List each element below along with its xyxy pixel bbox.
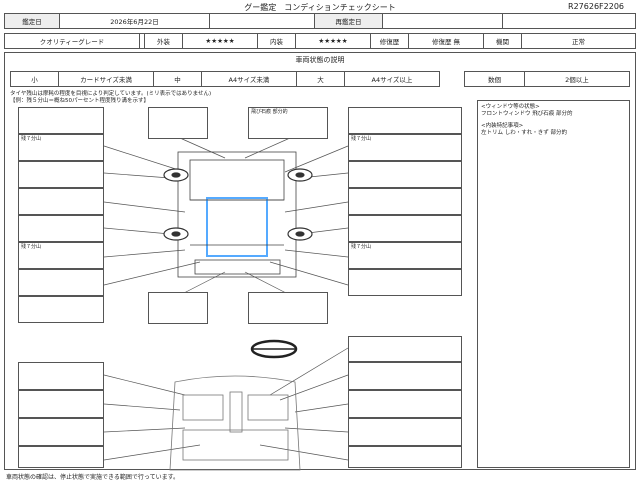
interior-box-right-5 [348, 446, 462, 468]
interior-box-right-3 [348, 390, 462, 418]
tire-front-right-label: 残７分山 [351, 136, 372, 142]
note-box-top-1 [148, 107, 208, 139]
note-box-right-1 [348, 107, 462, 134]
interior-box-right-4 [348, 418, 462, 446]
special-notes-panel: <ウィンドウ等の状態> フロントウィンドウ 飛び石痕 部分的 <内装特記事項> … [477, 100, 630, 468]
note-box-right-5 [348, 215, 462, 242]
note-box-right-2: 残７分山 [348, 134, 462, 161]
top-damage-label: 飛び石痕 部分的 [251, 109, 288, 115]
footer-note: 車両状態の確認は、停止状態で実施できる範囲で行っています。 [6, 474, 179, 480]
tire-front-left-label: 残７分山 [21, 136, 42, 142]
note-box-left-2: 残７分山 [18, 134, 104, 161]
tire-rear-right-label: 残７分山 [351, 244, 372, 250]
note-box-left-8 [18, 296, 104, 323]
car-top-view [177, 151, 297, 278]
interior-box-right-1 [348, 336, 462, 362]
note-box-top-2: 飛び石痕 部分的 [248, 107, 328, 139]
interior-box-left-2 [18, 390, 104, 418]
tire-rear-left-label: 残７分山 [21, 244, 42, 250]
note-box-bottom-2 [248, 292, 328, 324]
note-box-left-7 [18, 269, 104, 296]
interior-box-right-2 [348, 362, 462, 390]
note-box-left-5 [18, 215, 104, 242]
note-box-left-3 [18, 161, 104, 188]
note-box-left-6: 残７分山 [18, 242, 104, 269]
interior-box-left-3 [18, 418, 104, 446]
note-box-right-6: 残７分山 [348, 242, 462, 269]
steering-wheel-icon [250, 339, 298, 359]
note-box-bottom-1 [148, 292, 208, 324]
interior-box-left-1 [18, 362, 104, 390]
note-box-right-7 [348, 269, 462, 296]
interior-notes-text: 左トリム しわ・すれ・きず 部分的 [481, 130, 567, 137]
note-box-right-3 [348, 161, 462, 188]
note-box-left-4 [18, 188, 104, 215]
window-status-text: フロントウィンドウ 飛び石痕 部分的 [481, 111, 573, 118]
interior-box-left-4 [18, 446, 104, 468]
car-interior-view [169, 375, 301, 471]
note-box-right-4 [348, 188, 462, 215]
tires [163, 168, 313, 241]
note-box-left-1 [18, 107, 104, 134]
